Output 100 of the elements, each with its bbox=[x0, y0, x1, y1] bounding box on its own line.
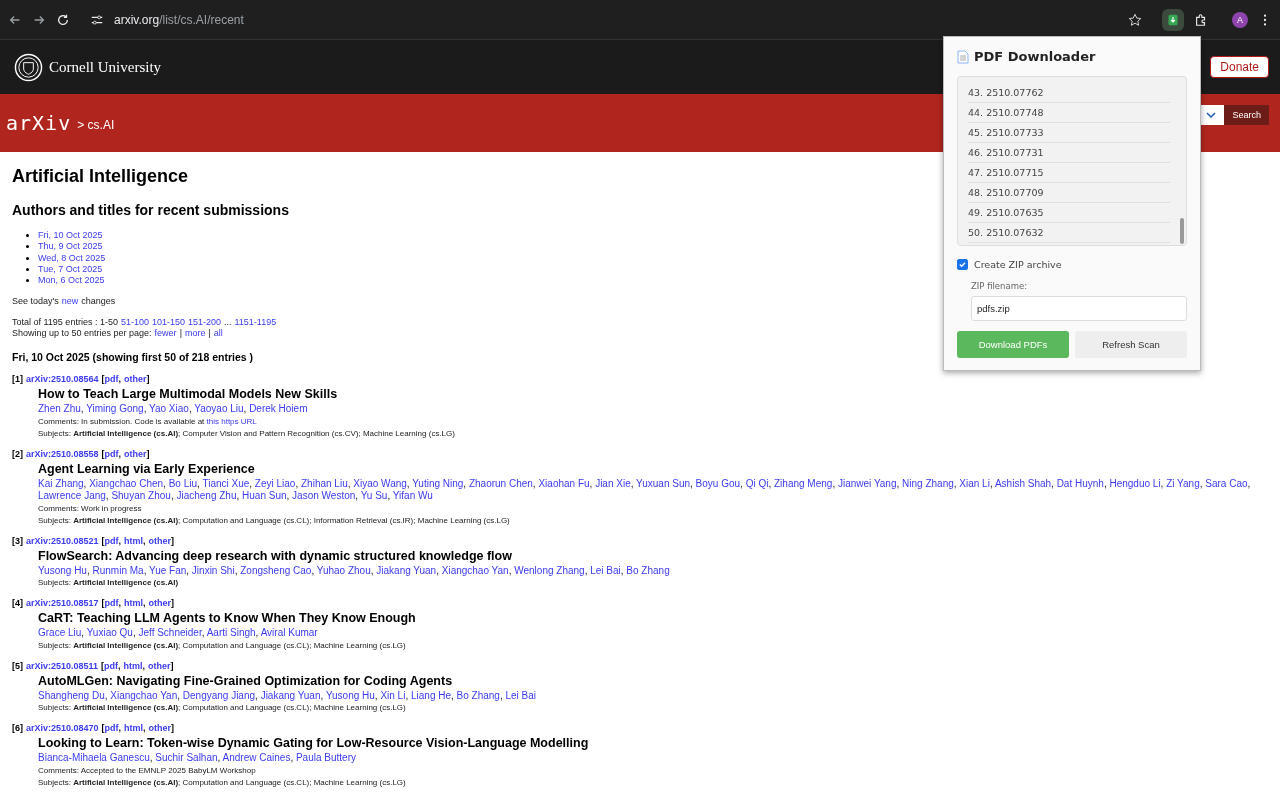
extension-button[interactable] bbox=[1162, 8, 1184, 31]
url-link[interactable]: this https URL bbox=[206, 417, 257, 426]
author-link[interactable]: Dat Huynh, bbox=[1056, 478, 1107, 489]
author-link[interactable]: Lawrence Jang, bbox=[38, 490, 109, 502]
author-link[interactable]: Zhen Zhu, bbox=[38, 403, 84, 415]
author-link[interactable]: Sara Cao, bbox=[1205, 478, 1251, 489]
author-link[interactable]: Yao Xiao, bbox=[149, 403, 192, 415]
arxiv-id-link[interactable]: arXiv:2510.08511 bbox=[26, 660, 99, 672]
author-link[interactable]: Jason Weston, bbox=[292, 490, 359, 502]
author-link[interactable]: Ning Zhang, bbox=[902, 478, 957, 489]
university-seal-icon[interactable] bbox=[14, 52, 43, 82]
author-link[interactable]: Zhihan Liu, bbox=[301, 478, 351, 489]
new-link[interactable]: new bbox=[61, 296, 79, 308]
author-link[interactable]: Yusong Hu, bbox=[38, 565, 90, 576]
arxiv-id-link[interactable]: arXiv:2510.08558 bbox=[26, 448, 99, 460]
page-link[interactable]: 101-150 bbox=[151, 317, 185, 329]
author-link[interactable]: Suchir Salhan, bbox=[155, 752, 221, 764]
search-button[interactable]: Search bbox=[1224, 105, 1269, 125]
format-link[interactable]: pdf, bbox=[104, 660, 121, 672]
format-link[interactable]: html, bbox=[124, 597, 146, 610]
date-link[interactable]: Tue, 7 Oct 2025 bbox=[38, 263, 103, 276]
puzzle-icon[interactable] bbox=[1194, 12, 1208, 27]
author-link[interactable]: Kai Zhang, bbox=[38, 478, 87, 489]
author-link[interactable]: Zi Yang, bbox=[1166, 478, 1203, 489]
date-link[interactable]: Mon, 6 Oct 2025 bbox=[38, 275, 105, 287]
author-link[interactable]: Bo Zhang bbox=[626, 565, 670, 576]
author-link[interactable]: Qi Qi, bbox=[745, 478, 772, 489]
author-link[interactable]: Hengduo Li, bbox=[1109, 478, 1164, 489]
page-link[interactable]: 151-200 bbox=[187, 317, 221, 329]
author-link[interactable]: Jian Xie, bbox=[595, 478, 634, 489]
author-link[interactable]: Yuxiao Qu, bbox=[86, 627, 136, 639]
author-link[interactable]: Tianci Xue, bbox=[202, 478, 253, 489]
author-link[interactable]: Xiangchao Yan, bbox=[441, 565, 512, 576]
page-link[interactable]: 1151-1195 bbox=[234, 317, 277, 329]
author-link[interactable]: Runmin Ma, bbox=[92, 565, 147, 576]
site-logo[interactable]: arXiv bbox=[6, 111, 72, 135]
author-link[interactable]: Zhaorun Chen, bbox=[468, 478, 536, 489]
author-link[interactable]: Liang He, bbox=[410, 690, 454, 701]
author-link[interactable]: Bianca-Mihaela Ganescu, bbox=[38, 752, 153, 764]
author-link[interactable]: Yue Fan, bbox=[149, 565, 190, 576]
author-link[interactable]: Paula Buttery bbox=[295, 752, 356, 764]
author-link[interactable]: Yuhao Zhou, bbox=[316, 565, 374, 576]
zip-checkbox[interactable] bbox=[957, 258, 968, 270]
author-link[interactable]: Shuyan Zhou, bbox=[111, 490, 174, 502]
author-link[interactable]: Grace Liu, bbox=[38, 627, 85, 639]
author-link[interactable]: Jinxin Shi, bbox=[191, 565, 238, 576]
format-link[interactable]: other bbox=[124, 448, 147, 460]
format-link[interactable]: html, bbox=[124, 722, 146, 735]
arxiv-id-link[interactable]: arXiv:2510.08470 bbox=[26, 722, 99, 735]
date-link[interactable]: Wed, 8 Oct 2025 bbox=[38, 252, 106, 264]
author-link[interactable]: Yusong Hu, bbox=[325, 690, 378, 701]
author-link[interactable]: Boyu Gou, bbox=[695, 478, 743, 489]
arxiv-id-link[interactable]: arXiv:2510.08521 bbox=[26, 535, 99, 547]
author-link[interactable]: Yuxuan Sun, bbox=[636, 478, 693, 489]
author-link[interactable]: Lei Bai, bbox=[590, 565, 624, 576]
per-page-link[interactable]: fewer bbox=[154, 328, 177, 340]
author-link[interactable]: Jianwei Yang, bbox=[837, 478, 900, 489]
author-link[interactable]: Aarti Singh, bbox=[206, 627, 259, 639]
reload-icon[interactable] bbox=[56, 12, 70, 27]
author-link[interactable]: Shangheng Du, bbox=[38, 690, 108, 701]
author-link[interactable]: Wenlong Zhang, bbox=[514, 565, 588, 576]
author-link[interactable]: Dengyang Jiang, bbox=[182, 690, 258, 701]
author-link[interactable]: Jiakang Yuan, bbox=[376, 565, 439, 576]
format-link[interactable]: other bbox=[148, 660, 171, 672]
scrollbar-thumb[interactable] bbox=[1180, 218, 1184, 244]
author-link[interactable]: Zongsheng Cao, bbox=[240, 565, 315, 576]
per-page-link[interactable]: all bbox=[213, 328, 223, 340]
author-link[interactable]: Huan Sun, bbox=[242, 490, 290, 502]
author-link[interactable]: Xiangchao Yan, bbox=[110, 690, 180, 701]
author-link[interactable]: Xiangchao Chen, bbox=[89, 478, 166, 489]
author-link[interactable]: Xiaohan Fu, bbox=[538, 478, 593, 489]
author-link[interactable]: Derek Hoiem bbox=[249, 403, 308, 415]
author-link[interactable]: Yiming Gong, bbox=[86, 403, 147, 415]
arxiv-id-link[interactable]: arXiv:2510.08517 bbox=[26, 597, 99, 610]
author-link[interactable]: Lei Bai bbox=[505, 690, 537, 701]
refresh-button[interactable]: Refresh Scan bbox=[1075, 331, 1187, 358]
author-link[interactable]: Andrew Caines, bbox=[222, 752, 294, 764]
arxiv-id-link[interactable]: arXiv:2510.08564 bbox=[26, 373, 99, 386]
filename-field[interactable]: pdfs.zip bbox=[971, 295, 1187, 321]
author-link[interactable]: Yu Su, bbox=[360, 490, 391, 502]
format-link[interactable]: html, bbox=[124, 535, 146, 547]
author-link[interactable]: Zeyi Liao, bbox=[254, 478, 299, 489]
date-link[interactable]: Thu, 9 Oct 2025 bbox=[38, 241, 103, 253]
author-link[interactable]: Yaoyao Liu, bbox=[194, 403, 247, 415]
per-page-link[interactable]: more bbox=[184, 328, 206, 340]
author-link[interactable]: Zihang Meng, bbox=[774, 478, 836, 489]
author-link[interactable]: Xiyao Wang, bbox=[353, 478, 410, 489]
author-link[interactable]: Bo Zhang, bbox=[456, 690, 503, 701]
author-link[interactable]: Bo Liu, bbox=[168, 478, 200, 489]
author-link[interactable]: Yifan Wu bbox=[392, 490, 433, 502]
author-link[interactable]: Aviral Kumar bbox=[260, 627, 318, 639]
profile-avatar[interactable]: A bbox=[1232, 11, 1248, 28]
author-link[interactable]: Xin Li, bbox=[380, 690, 409, 701]
author-link[interactable]: Jiacheng Zhu, bbox=[176, 490, 240, 502]
page-link[interactable]: 51-100 bbox=[120, 317, 149, 329]
format-link[interactable]: other bbox=[124, 373, 147, 386]
author-link[interactable]: Ashish Shah, bbox=[994, 478, 1054, 489]
author-link[interactable]: Yuting Ning, bbox=[412, 478, 467, 489]
author-link[interactable]: Jiakang Yuan, bbox=[260, 690, 324, 701]
date-link[interactable]: Fri, 10 Oct 2025 bbox=[38, 230, 103, 242]
